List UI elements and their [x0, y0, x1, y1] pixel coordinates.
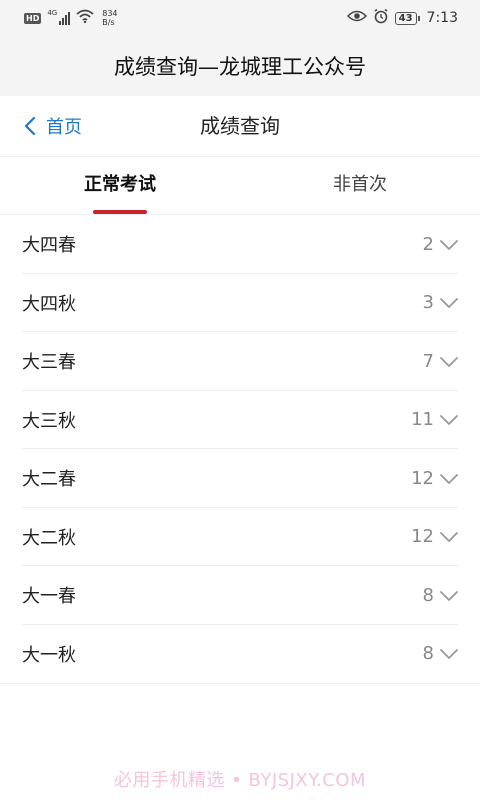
battery-icon: 43	[394, 11, 420, 25]
semester-count: 2	[422, 233, 434, 255]
status-bar-right: 43 7:13	[346, 8, 458, 28]
semester-item[interactable]: 大二秋 12	[0, 508, 480, 567]
tab-label: 非首次	[333, 174, 387, 195]
semester-right: 8	[423, 643, 458, 664]
chevron-down-icon	[440, 469, 458, 488]
tab-non-first[interactable]: 非首次	[240, 157, 480, 214]
semester-right: 8	[423, 585, 458, 606]
chevron-down-icon	[440, 410, 458, 429]
semester-label: 大二春	[22, 469, 76, 491]
app-title: 成绩查询—龙城理工公众号	[114, 55, 366, 79]
signal-icon	[59, 11, 71, 25]
nav-header: 首页 成绩查询	[0, 96, 480, 157]
semester-label: 大三秋	[22, 410, 76, 432]
semester-count: 11	[411, 409, 434, 431]
semester-count: 12	[411, 467, 434, 489]
watermark: 必用手机精选 • BYJSJXY.COM	[113, 770, 367, 791]
semester-label: 大二秋	[22, 527, 76, 549]
semester-label: 大一春	[22, 586, 76, 608]
speed-value: 834	[102, 9, 118, 18]
semester-count: 7	[422, 350, 434, 372]
semester-right: 12	[411, 526, 458, 547]
app-title-bar: 成绩查询—龙城理工公众号	[0, 36, 480, 96]
chevron-down-icon	[440, 235, 458, 254]
eye-icon	[346, 10, 367, 26]
chevron-down-icon	[440, 293, 458, 312]
tab-normal-exam[interactable]: 正常考试	[0, 157, 240, 214]
semester-item[interactable]: 大四春 2	[0, 215, 480, 274]
wifi-icon	[76, 9, 94, 27]
tab-label: 正常考试	[84, 174, 156, 195]
chevron-down-icon	[440, 586, 458, 605]
semester-list: 大四春 2 大四秋 3 大三春 7 大三秋 11 大二春 12 大二秋 12 大…	[0, 215, 480, 684]
page-title: 成绩查询	[200, 114, 280, 138]
semester-right: 3	[423, 292, 458, 313]
network-generation: 4G	[47, 9, 58, 17]
chevron-down-icon	[440, 352, 458, 371]
hd-badge: HD	[24, 12, 42, 24]
semester-label: 大一秋	[22, 644, 76, 666]
status-bar-left: HD 4G 834 B/s	[24, 9, 118, 27]
semester-item[interactable]: 大一春 8	[0, 566, 480, 625]
semester-right: 2	[423, 234, 458, 255]
semester-label: 大四春	[22, 235, 76, 257]
speed-unit: B/s	[102, 18, 115, 27]
semester-label: 大四秋	[22, 293, 76, 315]
clock: 7:13	[426, 10, 458, 26]
tab-active-indicator	[93, 210, 147, 214]
semester-item[interactable]: 大一秋 8	[0, 625, 480, 684]
status-bar: HD 4G 834 B/s 43 7:13	[0, 0, 480, 36]
chevron-down-icon	[440, 644, 458, 663]
semester-right: 7	[423, 351, 458, 372]
semester-count: 8	[422, 643, 434, 665]
network-speed: 834 B/s	[102, 9, 117, 27]
semester-label: 大三春	[22, 352, 76, 374]
semester-item[interactable]: 大四秋 3	[0, 274, 480, 333]
semester-right: 11	[411, 409, 458, 430]
semester-item[interactable]: 大二春 12	[0, 449, 480, 508]
semester-count: 8	[422, 584, 434, 606]
semester-count: 12	[411, 526, 434, 548]
chevron-down-icon	[440, 527, 458, 546]
tab-bar: 正常考试 非首次	[0, 157, 480, 215]
semester-item[interactable]: 大三春 7	[0, 332, 480, 391]
semester-item[interactable]: 大三秋 11	[0, 391, 480, 450]
semester-count: 3	[422, 292, 434, 314]
semester-right: 12	[411, 468, 458, 489]
alarm-icon	[373, 8, 389, 28]
